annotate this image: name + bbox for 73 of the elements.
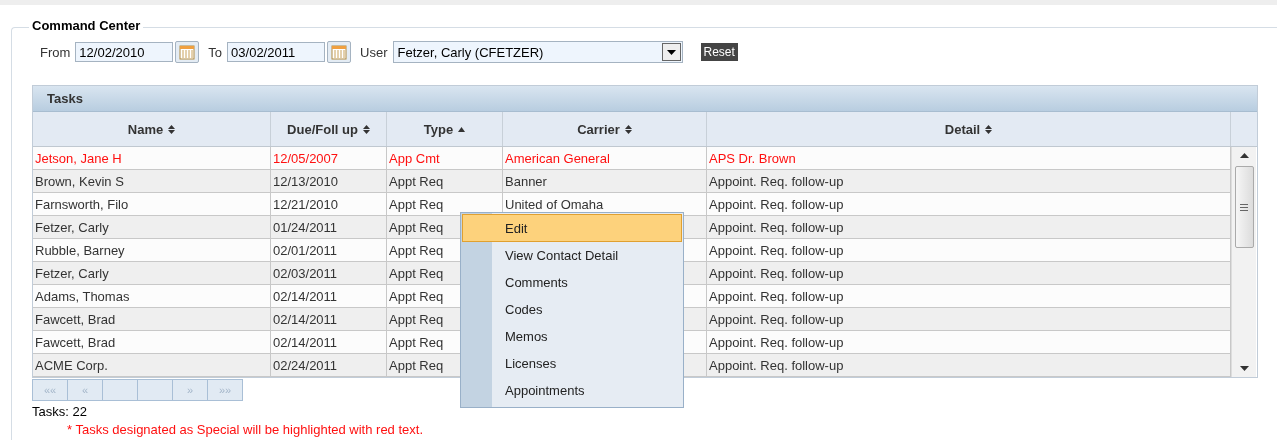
to-label: To bbox=[208, 44, 223, 60]
table-cell: Fawcett, Brad bbox=[35, 311, 116, 327]
table-cell: Fetzer, Carly bbox=[35, 219, 109, 235]
scrollbar[interactable] bbox=[1231, 147, 1256, 377]
table-cell: ACME Corp. bbox=[35, 357, 108, 373]
table-cell: Fetzer, Carly bbox=[35, 265, 109, 281]
table-cell: Appt Req bbox=[389, 242, 444, 258]
table-cell: Appoint. Req. follow-up bbox=[709, 242, 844, 258]
menu-item[interactable]: View Contact Detail bbox=[461, 242, 683, 269]
table-cell: American General bbox=[505, 150, 610, 166]
to-date-field[interactable]: 03/02/2011 bbox=[227, 42, 326, 62]
menu-item[interactable]: Comments bbox=[461, 269, 683, 296]
table-cell: 02/03/2011 bbox=[273, 265, 338, 281]
table-cell: 12/13/2010 bbox=[273, 173, 339, 189]
scroll-down-icon[interactable] bbox=[1239, 366, 1249, 371]
table-cell: Appt Req bbox=[389, 219, 444, 235]
table-cell: Appt Req bbox=[389, 334, 444, 350]
table-cell: Appoint. Req. follow-up bbox=[709, 219, 844, 235]
table-cell: Appt Req bbox=[389, 311, 444, 327]
user-label: User bbox=[360, 44, 388, 60]
table-cell: Fawcett, Brad bbox=[35, 334, 116, 350]
tasks-title: Tasks bbox=[47, 91, 83, 106]
table-cell: Farnsworth, Filo bbox=[35, 196, 129, 212]
calendar-icon[interactable] bbox=[327, 41, 352, 63]
table-cell: Appt Req bbox=[389, 357, 444, 373]
table-cell: 02/14/2011 bbox=[273, 334, 338, 350]
table-cell: Appt Req bbox=[389, 173, 444, 189]
table-cell: APS Dr. Brown bbox=[709, 150, 796, 166]
column-header[interactable]: Type bbox=[387, 112, 503, 146]
column-header[interactable]: Carrier bbox=[503, 112, 707, 146]
table-cell: Brown, Kevin S bbox=[35, 173, 124, 189]
table-cell: Appoint. Req. follow-up bbox=[709, 334, 844, 350]
table-cell: 02/14/2011 bbox=[273, 288, 338, 304]
menu-item[interactable]: Licenses bbox=[461, 350, 683, 377]
table-cell: Appoint. Req. follow-up bbox=[709, 311, 844, 327]
table-cell: Appt Req bbox=[389, 288, 444, 304]
from-date-field[interactable]: 12/02/2010 bbox=[75, 42, 174, 62]
table-cell: Adams, Thomas bbox=[35, 288, 130, 304]
caret-icon bbox=[666, 49, 676, 55]
table-cell: Appoint. Req. follow-up bbox=[709, 173, 844, 189]
table-cell: Appoint. Req. follow-up bbox=[709, 196, 844, 212]
menu-item[interactable]: Appointments bbox=[461, 377, 683, 404]
table-cell: Appoint. Req. follow-up bbox=[709, 357, 844, 373]
calendar-icon[interactable] bbox=[175, 41, 200, 63]
table-cell: United of Omaha bbox=[505, 196, 604, 212]
user-dropdown[interactable]: Fetzer, Carly (CFETZER) bbox=[392, 41, 683, 63]
table-cell: Jetson, Jane H bbox=[35, 150, 122, 166]
table-cell: 02/24/2011 bbox=[273, 357, 338, 373]
table-cell: Banner bbox=[505, 173, 547, 189]
column-header[interactable]: Due/Foll up bbox=[271, 112, 387, 146]
table-cell: 02/14/2011 bbox=[273, 311, 338, 327]
task-count: Tasks: 22 bbox=[32, 404, 88, 419]
table-cell: 12/05/2007 bbox=[273, 150, 339, 166]
table-cell: Appt Req bbox=[389, 196, 444, 212]
table-cell: Appt Req bbox=[389, 265, 444, 281]
column-header[interactable]: Detail bbox=[707, 112, 1231, 146]
table-cell: 02/01/2011 bbox=[273, 242, 338, 258]
special-note: * Tasks designated as Special will be highlighted with red text. bbox=[67, 422, 425, 437]
scroll-up-icon[interactable] bbox=[1239, 153, 1249, 158]
table-cell: Appoint. Req. follow-up bbox=[709, 288, 844, 304]
table-cell: 01/24/2011 bbox=[273, 219, 338, 235]
panel-title: Command Center bbox=[29, 18, 144, 33]
menu-item[interactable]: Codes bbox=[461, 296, 683, 323]
scroll-thumb[interactable] bbox=[1234, 166, 1254, 248]
table-cell: 12/21/2010 bbox=[273, 196, 339, 212]
column-header[interactable]: Name bbox=[33, 112, 271, 146]
menu-item[interactable]: Memos bbox=[461, 323, 683, 350]
table-cell: App Cmt bbox=[389, 150, 440, 166]
table-cell: Rubble, Barney bbox=[35, 242, 125, 258]
menu-item[interactable]: Edit bbox=[462, 214, 682, 242]
table-cell: Appoint. Req. follow-up bbox=[709, 265, 844, 281]
reset-button[interactable]: Reset bbox=[700, 43, 738, 61]
from-label: From bbox=[40, 44, 71, 60]
